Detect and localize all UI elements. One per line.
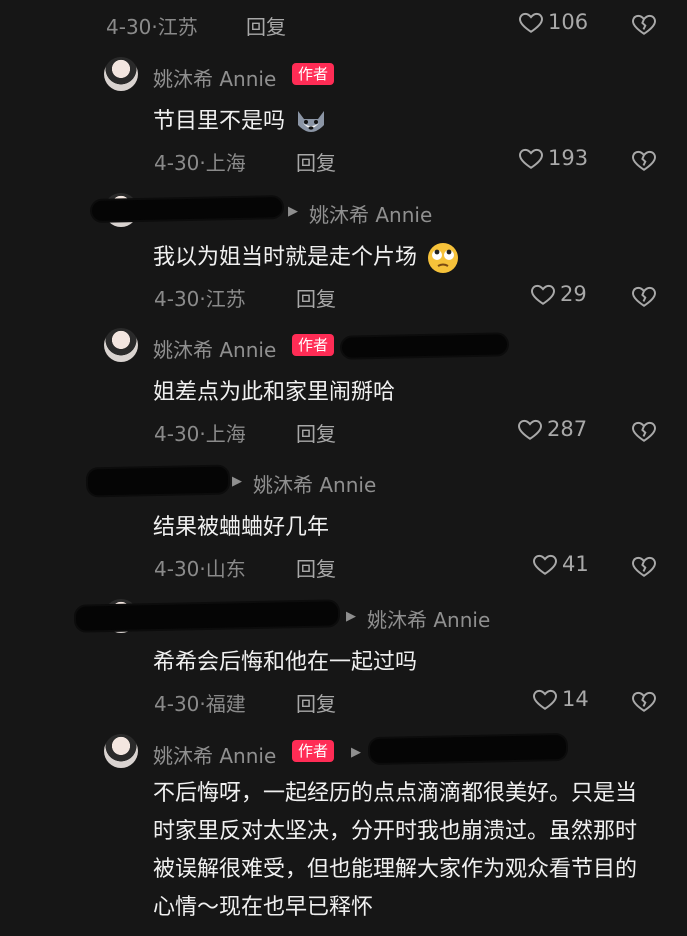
reply-button[interactable]: 回复 [296,147,336,176]
like-count: 106 [548,10,589,34]
like-count: 193 [548,146,589,170]
comment-text: 我以为姐当时就是走个片场 [153,239,460,274]
comment-meta: 4-30·江苏 [106,15,198,39]
redacted-username [87,466,229,496]
comment-text: 希希会后悔和他在一起过吗 [153,650,418,675]
comment-date: 4-30 [154,151,200,175]
comment-location: 江苏 [157,15,198,39]
reply-arrow-icon: ▶ [288,204,298,219]
broken-heart-icon[interactable] [631,418,657,444]
avatar[interactable] [104,328,138,362]
reply-arrow-icon: ▶ [351,745,361,760]
reply-to-username[interactable]: 姚沐希 Annie [309,199,432,228]
redacted-username [341,334,508,358]
broken-heart-icon[interactable] [631,688,657,714]
redacted-username [91,197,283,221]
husky-emoji-icon [298,111,325,132]
comment-location: 上海 [205,151,246,175]
comment-meta: 4-30·上海 [154,422,246,446]
heart-icon [518,419,542,440]
broken-heart-icon[interactable] [631,147,657,173]
comment-text: 不后悔呀，一起经历的点点滴滴都很美好。只是当时家里反对太坚决，分开时我也崩溃过。… [153,781,638,920]
like-count: 14 [562,687,589,711]
avatar[interactable] [104,734,138,768]
like-button[interactable]: 193 [518,145,588,171]
redacted-username [369,734,567,764]
heart-icon [533,689,557,710]
rolling-eyes-emoji-icon [428,243,459,273]
comment-location: 山东 [205,557,246,581]
comment-date: 4-30 [154,287,200,311]
like-count: 29 [560,282,587,306]
comment-location: 上海 [205,422,246,446]
avatar[interactable] [104,57,138,91]
reply-button[interactable]: 回复 [296,283,336,312]
comment-meta: 4-30·江苏 [154,287,246,311]
comment-date: 4-30 [154,422,200,446]
reply-arrow-icon: ▶ [232,474,242,489]
reply-to-username[interactable]: 姚沐希 Annie [367,604,490,633]
reply-button[interactable]: 回复 [296,688,336,717]
reply-button[interactable]: 回复 [246,11,286,40]
like-button[interactable]: 14 [532,686,589,712]
comment-meta: 4-30·福建 [154,692,246,716]
author-badge: 作者 [292,63,335,85]
heart-icon [519,148,543,169]
comment-meta: 4-30·上海 [154,151,246,175]
comment-username[interactable]: 姚沐希 Annie [153,63,276,92]
broken-heart-icon[interactable] [631,553,657,579]
heart-icon [519,12,543,33]
reply-button[interactable]: 回复 [296,553,336,582]
broken-heart-icon[interactable] [631,283,657,309]
comment-location: 江苏 [205,287,246,311]
redacted-username [75,601,339,631]
comment-username[interactable]: 姚沐希 Annie [153,334,276,363]
comment-date: 4-30 [106,15,152,39]
comment-date: 4-30 [154,557,200,581]
like-button[interactable]: 41 [532,551,589,577]
like-count: 41 [562,552,589,576]
comment-text: 结果被蛐蛐好几年 [153,515,330,540]
reply-to-username[interactable]: 姚沐希 Annie [253,469,376,498]
heart-icon [531,284,555,305]
comment-username[interactable]: 姚沐希 Annie [153,740,276,769]
heart-icon [533,554,557,575]
author-badge: 作者 [292,334,335,356]
reply-button[interactable]: 回复 [296,418,336,447]
comment-text: 姐差点为此和家里闹掰哈 [153,380,396,405]
like-button[interactable]: 106 [518,9,588,35]
reply-arrow-icon: ▶ [346,609,356,624]
comment-meta: 4-30·山东 [154,557,246,581]
like-count: 287 [547,417,588,441]
comment-location: 福建 [205,692,246,716]
broken-heart-icon[interactable] [631,11,657,37]
author-badge: 作者 [292,740,335,762]
comment-date: 4-30 [154,692,200,716]
comment-text: 节目里不是吗 [153,103,328,137]
like-button[interactable]: 29 [530,281,587,307]
like-button[interactable]: 287 [517,416,587,442]
